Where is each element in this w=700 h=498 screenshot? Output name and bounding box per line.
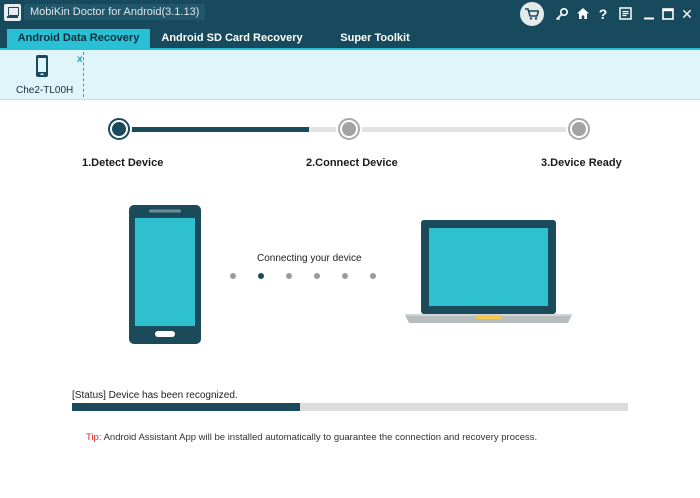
connecting-message: Connecting your device (257, 253, 362, 264)
connection-dot (230, 273, 236, 279)
laptop-illustration (405, 220, 572, 323)
step-label-connect: 2.Connect Device (306, 157, 398, 169)
connection-dot (370, 273, 376, 279)
step-node-connect (336, 116, 362, 142)
connection-dots (226, 273, 386, 283)
progress-bar-fill (72, 403, 300, 411)
connection-dot (314, 273, 320, 279)
status-text: [Status] Device has been recognized. (72, 390, 238, 401)
close-icon[interactable]: ✕ (676, 3, 698, 25)
tab-bar: Android Data Recovery Android SD Card Re… (0, 29, 700, 48)
help-icon[interactable]: ? (592, 3, 614, 25)
cart-icon[interactable] (520, 2, 544, 26)
step-label-ready: 3.Device Ready (541, 157, 622, 169)
app-window: MobiKin Doctor for Android(3.1.13) ? ✕ A… (0, 0, 700, 498)
window-title: MobiKin Doctor for Android(3.1.13) (24, 4, 206, 20)
key-icon[interactable] (551, 3, 573, 25)
device-strip: x Che2-TL00H (0, 50, 700, 100)
feedback-icon[interactable] (614, 3, 636, 25)
step-node-ready (566, 116, 592, 142)
tip-message: Tip: Android Assistant App will be insta… (86, 432, 537, 443)
tip-text: Android Assistant App will be installed … (101, 432, 538, 443)
phone-small-icon (36, 55, 48, 77)
connection-dot (286, 273, 292, 279)
device-name: Che2-TL00H (16, 85, 74, 96)
connection-dot-active (258, 273, 264, 279)
tip-label: Tip: (86, 432, 102, 443)
home-icon[interactable] (572, 3, 594, 25)
step-label-detect: 1.Detect Device (82, 157, 164, 169)
title-bar: MobiKin Doctor for Android(3.1.13) ? ✕ (0, 0, 700, 29)
tab-android-data-recovery[interactable]: Android Data Recovery (7, 29, 150, 48)
tab-super-toolkit[interactable]: Super Toolkit (330, 29, 420, 48)
tab-android-sd-card-recovery[interactable]: Android SD Card Recovery (158, 29, 306, 48)
device-tile[interactable]: x Che2-TL00H (6, 52, 84, 97)
phone-illustration (129, 205, 201, 344)
progress-bar (72, 403, 628, 411)
app-logo-icon (4, 4, 21, 21)
device-close-button[interactable]: x (77, 54, 83, 65)
step-node-detect (106, 116, 132, 142)
step-track-complete (121, 127, 309, 132)
connection-dot (342, 273, 348, 279)
